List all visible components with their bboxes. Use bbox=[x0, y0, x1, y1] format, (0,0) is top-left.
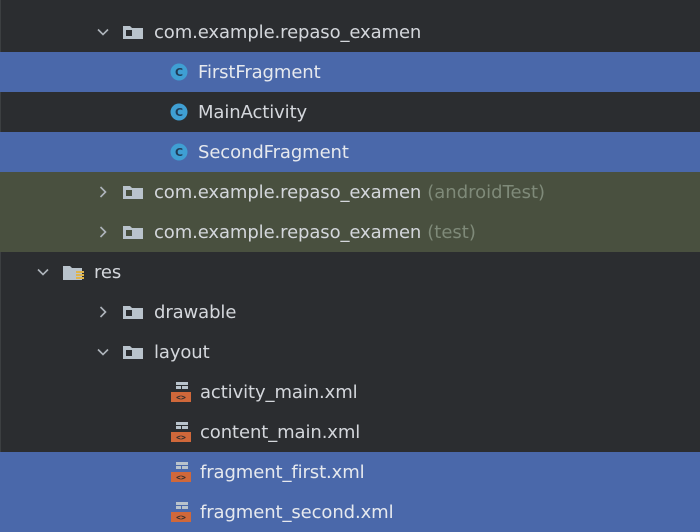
folder-icon bbox=[122, 304, 144, 320]
tree-row-layout[interactable]: layout bbox=[0, 332, 700, 372]
tree-row-label: drawable bbox=[154, 301, 237, 323]
tree-row-scope-suffix: (androidTest) bbox=[427, 181, 546, 203]
tree-row-first-fragment[interactable]: C FirstFragment bbox=[0, 52, 700, 92]
tree-row-label: com.example.repaso_examen bbox=[154, 221, 422, 243]
svg-text:<>: <> bbox=[176, 393, 186, 402]
tree-row-label: res bbox=[94, 261, 122, 283]
folder-icon bbox=[122, 344, 144, 360]
svg-text:<>: <> bbox=[176, 513, 186, 522]
chevron-right-icon[interactable] bbox=[96, 305, 110, 319]
tree-row-label: fragment_first.xml bbox=[200, 461, 365, 483]
tree-row-second-fragment[interactable]: C SecondFragment bbox=[0, 132, 700, 172]
tree-row-label: com.example.repaso_examen bbox=[154, 21, 422, 43]
layout-xml-icon: <> bbox=[170, 461, 192, 483]
tree-row-package-test[interactable]: com.example.repaso_examen (test) bbox=[0, 212, 700, 252]
tree-row-label: MainActivity bbox=[198, 101, 308, 123]
svg-text:C: C bbox=[175, 106, 183, 119]
chevron-down-icon[interactable] bbox=[96, 345, 110, 359]
chevron-right-icon[interactable] bbox=[96, 225, 110, 239]
layout-xml-icon: <> bbox=[170, 501, 192, 523]
svg-text:<>: <> bbox=[176, 433, 186, 442]
tree-row-label: content_main.xml bbox=[200, 421, 361, 443]
class-icon: C bbox=[170, 63, 188, 81]
tree-row-content-main-xml[interactable]: <> content_main.xml bbox=[0, 412, 700, 452]
svg-text:C: C bbox=[175, 66, 183, 79]
folder-icon bbox=[122, 184, 144, 200]
tree-row-label: com.example.repaso_examen bbox=[154, 181, 422, 203]
chevron-right-icon[interactable] bbox=[96, 185, 110, 199]
folder-icon bbox=[122, 224, 144, 240]
tree-row-label: activity_main.xml bbox=[200, 381, 358, 403]
tree-row-label: fragment_second.xml bbox=[200, 501, 394, 523]
layout-xml-icon: <> bbox=[170, 381, 192, 403]
tree-row-drawable[interactable]: drawable bbox=[0, 292, 700, 332]
svg-text:C: C bbox=[175, 146, 183, 159]
tree-row-label: FirstFragment bbox=[198, 61, 321, 83]
chevron-down-icon[interactable] bbox=[36, 265, 50, 279]
tree-row-package-android-test[interactable]: com.example.repaso_examen (androidTest) bbox=[0, 172, 700, 212]
class-icon: C bbox=[170, 143, 188, 161]
tree-row-fragment-first-xml[interactable]: <> fragment_first.xml bbox=[0, 452, 700, 492]
resource-folder-icon bbox=[62, 263, 88, 281]
tree-row-label: SecondFragment bbox=[198, 141, 349, 163]
chevron-down-icon[interactable] bbox=[96, 25, 110, 39]
svg-text:<>: <> bbox=[176, 473, 186, 482]
tree-row-res[interactable]: res bbox=[0, 252, 700, 292]
tree-row-activity-main-xml[interactable]: <> activity_main.xml bbox=[0, 372, 700, 412]
layout-xml-icon: <> bbox=[170, 421, 192, 443]
tree-row-label: layout bbox=[154, 341, 210, 363]
project-tree: com.example.repaso_examen C FirstFragmen… bbox=[0, 0, 700, 532]
tree-row-scope-suffix: (test) bbox=[427, 221, 476, 243]
tree-row-main-activity[interactable]: C MainActivity bbox=[0, 92, 700, 132]
tree-row-package-main[interactable]: com.example.repaso_examen bbox=[0, 12, 700, 52]
class-icon: C bbox=[170, 103, 188, 121]
tree-row-fragment-second-xml[interactable]: <> fragment_second.xml bbox=[0, 492, 700, 532]
folder-icon bbox=[122, 24, 144, 40]
